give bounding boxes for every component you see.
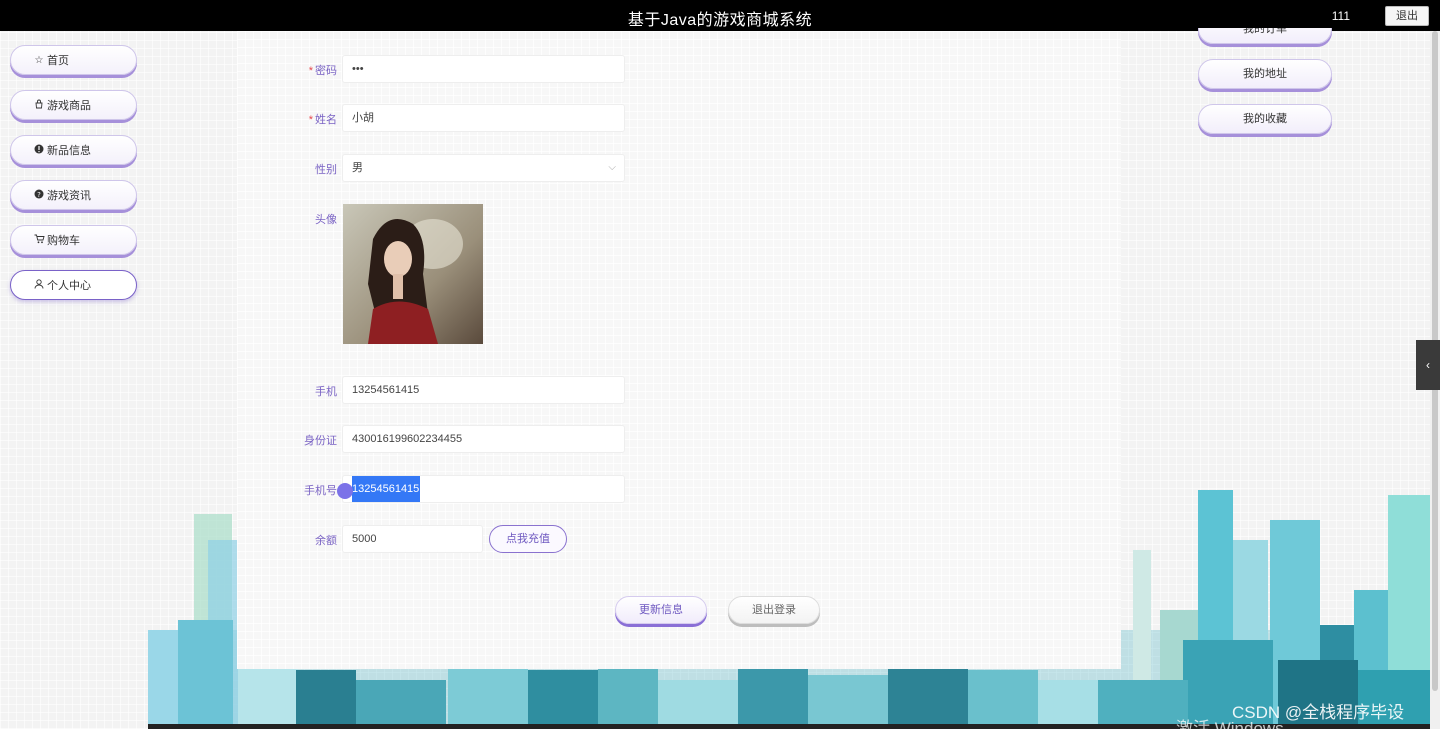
nav-label: 游戏资讯 [47,190,91,202]
mobile-input[interactable]: 13254561415 [342,475,625,503]
phone-label: 手机 [315,386,337,398]
profile-form-panel: * 密码 ••• * 姓名 小胡 性别 男 ⌵ 头像 手机 1325456141… [237,31,1121,669]
name-row: * 姓名 小胡 [237,104,1121,132]
chevron-down-icon: ⌵ [608,162,616,173]
avatar-image[interactable] [343,204,483,344]
id-card-row: 身份证 430016199602234455 [237,425,1121,453]
update-info-button[interactable]: 更新信息 [615,596,707,624]
balance-row: 余额 5000 点我充值 [237,525,1121,553]
left-nav: ☆ 首页 游戏商品 新品信息 ? 游戏资讯 购物车 个人中心 [0,31,148,729]
password-row: * 密码 ••• [237,55,1121,83]
recharge-button[interactable]: 点我充值 [489,525,567,553]
gender-value: 男 [352,162,363,174]
my-address-button[interactable]: 我的地址 [1198,59,1332,89]
balance-label: 余额 [315,535,337,547]
phone-row: 手机 13254561415 [237,376,1121,404]
name-input[interactable]: 小胡 [342,104,625,132]
logout-button[interactable]: 退出 [1385,6,1429,26]
username-label: 111 [1331,9,1350,23]
name-label: * 姓名 [308,114,337,126]
nav-games[interactable]: 游戏商品 [10,90,137,120]
nav-new-products[interactable]: 新品信息 [10,135,137,165]
star-icon: ☆ [34,54,44,66]
mouse-cursor [337,483,353,499]
mobile-row: 手机号 13254561415 [237,475,1121,503]
id-card-input[interactable]: 430016199602234455 [342,425,625,453]
info-icon [33,144,45,157]
csdn-watermark: CSDN @全栈程序毕设 [1232,703,1405,722]
nav-label: 新品信息 [47,145,91,157]
password-input[interactable]: ••• [342,55,625,83]
app-title: 基于Java的游戏商城系统 [627,12,813,29]
gender-select[interactable]: 男 ⌵ [342,154,625,182]
chevron-left-icon[interactable]: ‹ [1416,340,1440,390]
mobile-label: 手机号 [304,485,337,497]
balance-input[interactable]: 5000 [342,525,483,553]
bag-icon [33,99,45,112]
nav-cart[interactable]: 购物车 [10,225,137,255]
avatar-label: 头像 [315,214,337,226]
nav-label: 个人中心 [47,280,91,292]
password-label: * 密码 [308,65,337,77]
phone-input[interactable]: 13254561415 [342,376,625,404]
nav-label: 游戏商品 [47,100,91,112]
mobile-selected-text: 13254561415 [352,476,421,502]
my-favorites-button[interactable]: 我的收藏 [1198,104,1332,134]
gender-row: 性别 男 ⌵ [237,154,1121,182]
nav-label: 首页 [47,55,69,67]
gender-label: 性别 [315,164,337,176]
top-bar: 基于Java的游戏商城系统 111 退出 [0,0,1440,31]
nav-game-news[interactable]: ? 游戏资讯 [10,180,137,210]
user-icon [33,278,45,292]
cart-icon [33,234,45,247]
svg-text:?: ? [37,191,41,199]
nav-home[interactable]: ☆ 首页 [10,45,137,75]
id-card-label: 身份证 [304,435,337,447]
nav-label: 购物车 [47,235,80,247]
logout-account-button[interactable]: 退出登录 [728,596,820,624]
nav-personal-center[interactable]: 个人中心 [10,270,137,300]
question-icon: ? [33,189,45,202]
